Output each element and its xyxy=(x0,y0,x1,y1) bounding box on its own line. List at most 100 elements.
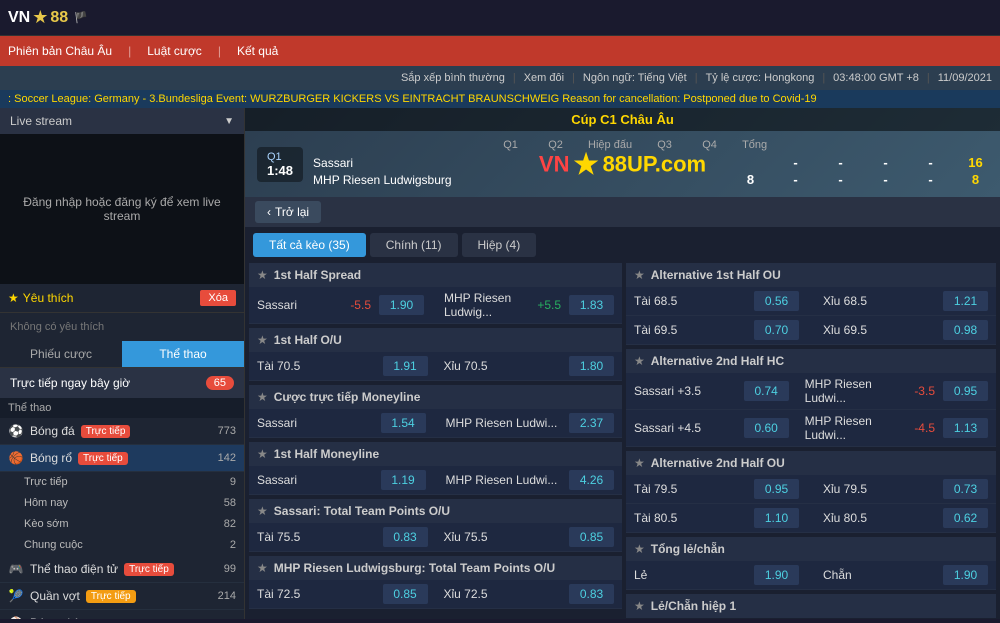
star-icon-a2ou[interactable]: ★ xyxy=(634,456,645,470)
sport-item-esport[interactable]: 🎮 Thể thao điện tử Trực tiếp 99 xyxy=(0,556,244,583)
section-title-a2ou: Alternative 2nd Half OU xyxy=(651,456,785,470)
xiu-a2ou-1: Xỉu 79.5 xyxy=(823,482,943,496)
sport-item-bong-da[interactable]: ⚽ Bóng đá Trực tiếp 773 xyxy=(0,418,244,445)
odds-spread1[interactable]: 1.90 xyxy=(379,295,424,315)
view-option[interactable]: Xem đôi xyxy=(524,72,564,84)
nav-luatcuoc[interactable]: Luật cược xyxy=(147,44,202,58)
section-title-ahc: Alternative 2nd Half HC xyxy=(651,354,784,368)
spread-plus1: +5.5 xyxy=(537,298,561,312)
tab-half-bets[interactable]: Hiệp (4) xyxy=(462,233,537,257)
chan-odds[interactable]: 1.90 xyxy=(943,565,988,585)
tab-main-bets[interactable]: Chính (11) xyxy=(370,233,458,257)
xiu-odds-a2ou-1[interactable]: 0.73 xyxy=(943,479,988,499)
baseball-icon: ⚾ xyxy=(8,615,24,619)
nav-ketqua[interactable]: Kết quả xyxy=(237,44,278,58)
main-layout: Live stream ▼ Đăng nhập hoặc đăng ký để … xyxy=(0,108,1000,619)
ahc-odds1-2[interactable]: 0.60 xyxy=(744,418,789,438)
sub-truc-tiep-count: 9 xyxy=(230,476,236,488)
tai-odds-a2ou-2[interactable]: 1.10 xyxy=(754,508,799,528)
ml-odds1[interactable]: 1.54 xyxy=(381,413,426,433)
xiu-odds-st[interactable]: 0.85 xyxy=(569,527,614,547)
ahc-spread2-1: -3.5 xyxy=(914,384,935,398)
live-now-count: 65 xyxy=(206,376,234,390)
xiu-odds-mt[interactable]: 0.83 xyxy=(569,584,614,604)
chan-label: Chẵn xyxy=(823,568,943,582)
star-icon-ao[interactable]: ★ xyxy=(634,268,645,282)
sub-chung-cuoc[interactable]: Chung cuộc 2 xyxy=(0,535,244,556)
team2-q3: - xyxy=(873,172,898,187)
ahc-odds2-1[interactable]: 0.95 xyxy=(943,381,988,401)
sport-item-bong-ro[interactable]: 🏀 Bóng rổ Trực tiếp 142 xyxy=(0,445,244,472)
sub-hom-nay-label: Hôm nay xyxy=(24,497,68,509)
time-display: 03:48:00 GMT +8 xyxy=(833,72,919,84)
xiu-ao-2: Xỉu 69.5 xyxy=(823,323,943,337)
ml-team1: Sassari xyxy=(257,416,373,430)
sport-item-quan-vot[interactable]: 🎾 Quần vợt Trực tiếp 214 xyxy=(0,583,244,610)
bong-da-count: 773 xyxy=(218,425,236,437)
logo-88: 88 xyxy=(50,9,68,27)
star-icon-mt[interactable]: ★ xyxy=(257,561,268,575)
favorites-label: ★ Yêu thích xyxy=(8,291,73,305)
sidebar: Live stream ▼ Đăng nhập hoặc đăng ký để … xyxy=(0,108,245,619)
xiu-odds-ao-2[interactable]: 0.98 xyxy=(943,320,988,340)
livestream-header[interactable]: Live stream ▼ xyxy=(0,108,244,134)
le-odds[interactable]: 1.90 xyxy=(754,565,799,585)
livestream-content: Đăng nhập hoặc đăng ký để xem live strea… xyxy=(0,134,244,284)
sub-truc-tiep[interactable]: Trực tiếp 9 xyxy=(0,472,244,493)
back-button[interactable]: ‹ Trở lại xyxy=(255,201,321,223)
bong-ro-badge: Trực tiếp xyxy=(78,452,128,465)
team1-hiep: - xyxy=(828,155,853,170)
star-icon-ou[interactable]: ★ xyxy=(257,333,268,347)
logo[interactable]: VN ★ 88 🏴 xyxy=(8,7,88,28)
tab-all-bets[interactable]: Tất cả kèo (35) xyxy=(253,233,366,257)
tai-odds-a2ou-1[interactable]: 0.95 xyxy=(754,479,799,499)
sort-option[interactable]: Sắp xếp bình thường xyxy=(401,72,505,84)
tennis-icon: 🎾 xyxy=(8,588,24,604)
tai-odds-ao-2[interactable]: 0.70 xyxy=(754,320,799,340)
star-icon-ml[interactable]: ★ xyxy=(257,390,268,404)
odds-spread2[interactable]: 1.83 xyxy=(569,295,614,315)
odds-option[interactable]: Tỷ lệ cược: Hongkong xyxy=(706,72,815,84)
tab-the-thao[interactable]: Thể thao xyxy=(122,341,244,367)
xiu-label-mt: Xỉu 72.5 xyxy=(444,587,570,601)
ou-row-1: Tài 70.5 1.91 Xỉu 70.5 1.80 xyxy=(249,352,622,381)
star-icon-st[interactable]: ★ xyxy=(257,504,268,518)
a2ou-row-1: Tài 79.5 0.95 Xỉu 79.5 0.73 xyxy=(626,475,996,504)
xoa-button[interactable]: Xóa xyxy=(200,290,236,306)
star-icon-lch1[interactable]: ★ xyxy=(634,599,645,613)
hml-odds2[interactable]: 4.26 xyxy=(569,470,614,490)
xiu-odds-1[interactable]: 1.80 xyxy=(569,356,614,376)
star-icon-ahc[interactable]: ★ xyxy=(634,354,645,368)
team2-hiep: - xyxy=(828,172,853,187)
star-icon-lc[interactable]: ★ xyxy=(634,542,645,556)
livestream-title: Live stream xyxy=(10,114,72,128)
tab-phieu-cuoc[interactable]: Phiếu cược xyxy=(0,341,122,367)
team2-total: 8 xyxy=(963,172,988,187)
sub-hom-nay[interactable]: Hôm nay 58 xyxy=(0,493,244,514)
col-q4: Q4 xyxy=(697,139,722,151)
hml-odds1[interactable]: 1.19 xyxy=(381,470,426,490)
star-icon-hml[interactable]: ★ xyxy=(257,447,268,461)
tai-odds-1[interactable]: 1.91 xyxy=(383,356,428,376)
ahc-row-1: Sassari +3.5 0.74 MHP Riesen Ludwi... -3… xyxy=(626,373,996,410)
xiu-odds-a2ou-2[interactable]: 0.62 xyxy=(943,508,988,528)
tai-odds-st[interactable]: 0.83 xyxy=(383,527,428,547)
live-now-button[interactable]: Trực tiếp ngay bây giờ 65 xyxy=(0,368,244,398)
tai-label-mt: Tài 72.5 xyxy=(257,587,383,601)
ml-odds2[interactable]: 2.37 xyxy=(569,413,614,433)
ahc-odds2-2[interactable]: 1.13 xyxy=(943,418,988,438)
tai-odds-mt[interactable]: 0.85 xyxy=(383,584,428,604)
section-title-lch1: Lẻ/Chẵn hiệp 1 xyxy=(651,599,736,613)
quan-vot-count: 214 xyxy=(218,590,236,602)
ahc-odds1-1[interactable]: 0.74 xyxy=(744,381,789,401)
sport-item-bong-chay[interactable]: ⚾ Bóng chày xyxy=(0,610,244,619)
logo-star: ★ xyxy=(32,7,48,28)
bong-da-label: Bóng đá xyxy=(30,424,75,438)
sub-keo-som[interactable]: Kèo sớm 82 xyxy=(0,514,244,535)
sub-keo-som-count: 82 xyxy=(224,518,236,530)
xiu-odds-ao-1[interactable]: 1.21 xyxy=(943,291,988,311)
language-option[interactable]: Ngôn ngữ: Tiếng Việt xyxy=(583,72,687,84)
tai-odds-ao-1[interactable]: 0.56 xyxy=(754,291,799,311)
star-icon-spread[interactable]: ★ xyxy=(257,268,268,282)
nav-phienbanchau[interactable]: Phiên bản Châu Âu xyxy=(8,44,112,58)
